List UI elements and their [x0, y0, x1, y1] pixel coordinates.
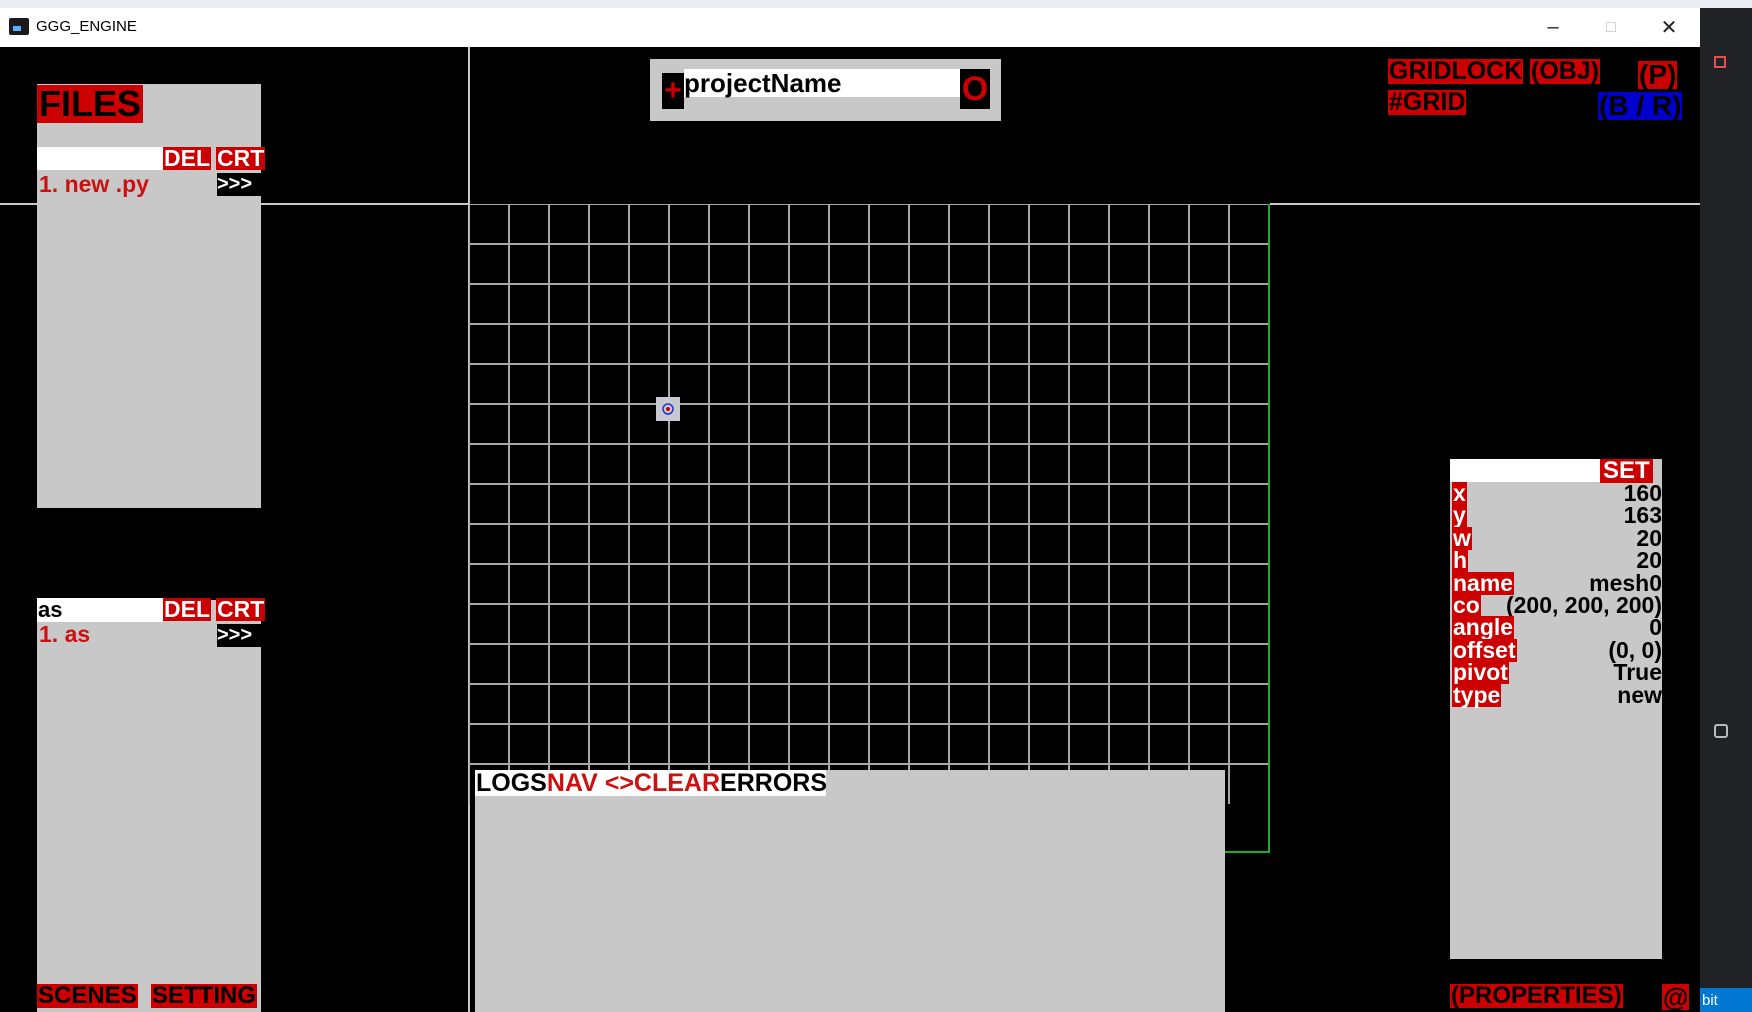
files-name-input[interactable]: [37, 147, 163, 170]
app-window: GGG_ENGINE – □ ✕ FILES DEL CRT 1. new .p…: [0, 8, 1700, 1012]
files-title: FILES: [37, 83, 144, 124]
mesh-object[interactable]: [656, 397, 680, 421]
files-delete-button[interactable]: DEL: [163, 147, 211, 170]
scenes-button[interactable]: SCENES: [37, 984, 138, 1008]
scene-list-item[interactable]: 1. as: [39, 623, 90, 646]
minimize-icon[interactable]: –: [1524, 8, 1582, 47]
obj-button[interactable]: (OBJ): [1530, 59, 1601, 84]
strip-top: [1700, 0, 1752, 8]
window-title: GGG_ENGINE: [36, 18, 137, 35]
nav-tab[interactable]: NAV <>: [547, 771, 634, 796]
lock-icon[interactable]: [1714, 724, 1728, 738]
open-project-button[interactable]: O: [960, 69, 990, 109]
property-value[interactable]: (200, 200, 200): [1506, 594, 1662, 617]
status-bit-label: bit: [1702, 992, 1718, 1009]
property-value[interactable]: new: [1617, 683, 1662, 707]
errors-tab[interactable]: ERRORS: [720, 771, 827, 796]
grid-toggle-button[interactable]: #GRID: [1388, 90, 1467, 115]
pivot-center-icon: [666, 407, 670, 411]
right-horizontal-divider: [1270, 203, 1700, 205]
property-key: type: [1452, 681, 1502, 708]
setting-button[interactable]: SETTING: [151, 984, 258, 1008]
property-key: h: [1452, 547, 1469, 574]
property-value[interactable]: 0: [1649, 616, 1662, 639]
project-name-text: projectName: [684, 68, 842, 98]
property-row[interactable]: w 20: [1450, 526, 1662, 551]
record-icon[interactable]: [1714, 56, 1726, 68]
app-icon: [9, 18, 29, 35]
background-app-strip: bit: [1700, 0, 1752, 1012]
scenes-delete-button[interactable]: DEL: [163, 598, 211, 621]
property-value[interactable]: True: [1613, 661, 1662, 684]
grid-canvas[interactable]: [469, 204, 1272, 854]
br-button[interactable]: (B / R): [1598, 92, 1683, 120]
property-key: y: [1452, 502, 1467, 529]
files-create-button[interactable]: CRT: [216, 147, 266, 170]
properties-button[interactable]: (PROPERTIES): [1450, 984, 1623, 1008]
properties-panel: SET x 160 y 163 w 20 h 20 name mesh0 co (200, 200, …: [1450, 459, 1662, 959]
property-value[interactable]: 163: [1624, 504, 1662, 527]
scenes-create-button[interactable]: CRT: [216, 598, 266, 621]
at-button[interactable]: @: [1662, 984, 1690, 1010]
maximize-icon[interactable]: □: [1582, 8, 1640, 47]
gridlock-button[interactable]: GRIDLOCK: [1388, 59, 1524, 84]
close-icon[interactable]: ✕: [1640, 8, 1698, 47]
logs-header: LOGS NAV <> CLEAR ERRORS: [476, 771, 827, 796]
property-row[interactable]: type new: [1450, 683, 1662, 708]
title-bar: GGG_ENGINE – □ ✕: [0, 8, 1700, 47]
logs-tab[interactable]: LOGS: [476, 771, 547, 796]
add-project-button[interactable]: +: [662, 73, 684, 109]
scene-name-input[interactable]: as: [37, 598, 163, 622]
file-list-item[interactable]: 1. new .py: [39, 173, 149, 196]
property-key: pivot: [1452, 659, 1509, 686]
property-value[interactable]: 20: [1636, 549, 1662, 572]
scene-open-button[interactable]: >>>: [217, 624, 261, 647]
clear-button[interactable]: CLEAR: [634, 771, 720, 796]
client-area: FILES DEL CRT 1. new .py >>> as DEL CRT …: [0, 47, 1700, 1012]
property-key: angle: [1452, 614, 1515, 641]
p-button[interactable]: (P): [1638, 61, 1678, 89]
property-row[interactable]: y 163: [1450, 503, 1662, 528]
file-open-button[interactable]: >>>: [217, 173, 261, 196]
properties-input[interactable]: [1450, 459, 1600, 482]
logs-panel: [475, 770, 1225, 1012]
grid-lines: [469, 204, 1270, 804]
scenes-panel: [37, 600, 261, 1012]
